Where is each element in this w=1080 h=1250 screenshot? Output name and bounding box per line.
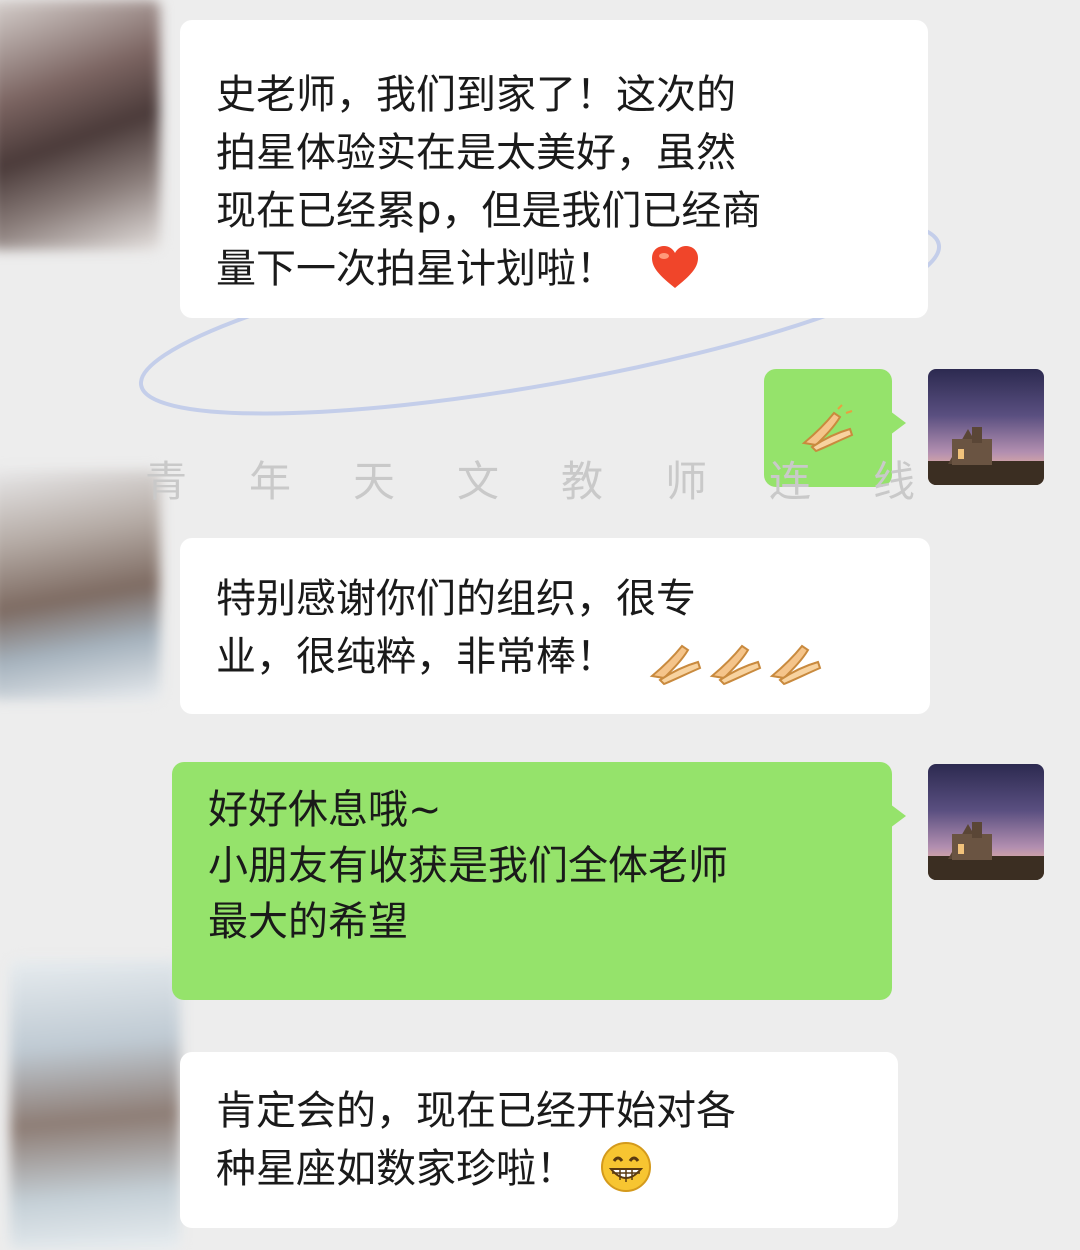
clapping-hands-emoji-icon [769, 644, 822, 686]
avatar[interactable] [10, 960, 180, 1250]
avatar[interactable] [928, 764, 1044, 880]
message-text: 好好休息哦~ 小朋友有收获是我们全体老师 最大的希望 [208, 787, 728, 945]
message-bubble[interactable]: 肯定会的，现在已经开始对各 种星座如数家珍啦！ [180, 1052, 898, 1228]
message-text: 肯定会的，现在已经开始对各 种星座如数家珍啦！ [216, 1088, 736, 1192]
clap-emoji-group [646, 630, 826, 688]
message-bubble[interactable]: 特别感谢你们的组织，很专 业，很纯粹，非常棒！ [180, 538, 930, 714]
church-photo-icon [928, 822, 1044, 880]
clapping-hands-emoji-icon [801, 404, 854, 453]
heart-emoji-icon [652, 246, 698, 288]
clapping-hands-emoji-icon [649, 644, 702, 686]
grinning-face-emoji-icon [601, 1142, 651, 1192]
avatar[interactable] [0, 470, 160, 700]
clapping-hands-emoji-icon [709, 644, 762, 686]
watermark-text: 青年天文教师连线 [145, 457, 978, 506]
message-text: 特别感谢你们的组织，很专 业，很纯粹，非常棒！ [216, 576, 696, 680]
avatar[interactable] [0, 0, 160, 250]
message-bubble[interactable]: 好好休息哦~ 小朋友有收获是我们全体老师 最大的希望 [172, 762, 906, 1000]
message-bubble[interactable]: 史老师，我们到家了！这次的 拍星体验实在是太美好，虽然 现在已经累p，但是我们已… [180, 20, 928, 318]
